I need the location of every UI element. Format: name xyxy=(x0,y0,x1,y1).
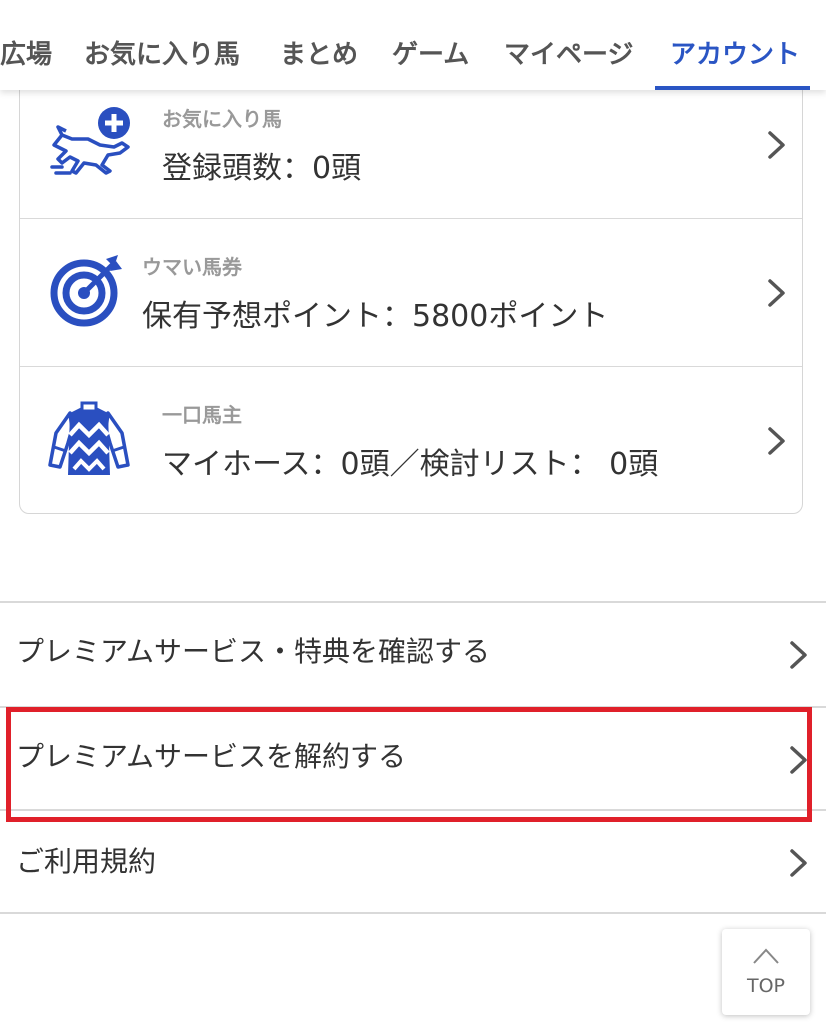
favorite-horses-row[interactable]: お気に入り馬 登録頭数：0頭 xyxy=(20,71,802,219)
top-tab-bar: 広場 お気に入り馬 まとめ ゲーム マイページ アカウント xyxy=(0,0,826,90)
target-icon xyxy=(50,255,122,327)
owners-club-caption: 一口馬主 xyxy=(162,403,242,427)
betting-points-row[interactable]: ウマい馬券 保有予想ポイント：5800ポイント xyxy=(20,219,802,367)
chevron-right-icon xyxy=(768,279,785,307)
chevron-right-icon xyxy=(768,131,785,159)
account-page: 広場 お気に入り馬 まとめ ゲーム マイページ アカウント お気に入り馬 登録頭… xyxy=(0,0,826,1031)
cancel-premium-label: プレミアムサービスを解約する xyxy=(16,740,407,773)
chevron-up-icon xyxy=(753,948,779,964)
tab-game[interactable]: ゲーム xyxy=(392,38,469,72)
premium-benefits-label: プレミアムサービス・特典を確認する xyxy=(16,635,491,668)
horse-add-icon xyxy=(50,107,130,175)
jockey-silks-icon xyxy=(48,401,130,475)
cancel-premium-item[interactable]: プレミアムサービスを解約する xyxy=(0,707,826,811)
favorite-horses-value: 登録頭数：0頭 xyxy=(162,151,362,186)
favorite-horses-caption: お気に入り馬 xyxy=(162,107,282,131)
betting-points-value: 保有予想ポイント：5800ポイント xyxy=(142,299,609,334)
tab-summary[interactable]: まとめ xyxy=(280,38,358,72)
back-to-top-button[interactable]: TOP xyxy=(722,929,810,1015)
premium-benefits-item[interactable]: プレミアムサービス・特典を確認する xyxy=(0,602,826,706)
chevron-right-icon xyxy=(790,746,807,774)
chevron-right-icon xyxy=(768,427,785,455)
chevron-right-icon xyxy=(790,849,807,877)
betting-caption: ウマい馬券 xyxy=(142,255,242,279)
terms-of-use-item[interactable]: ご利用規約 xyxy=(0,810,826,914)
terms-of-use-label: ご利用規約 xyxy=(16,845,157,878)
chevron-right-icon xyxy=(790,641,807,669)
back-to-top-label: TOP xyxy=(746,975,786,997)
tab-my-page[interactable]: マイページ xyxy=(504,38,633,72)
owners-club-row[interactable]: 一口馬主 マイホース：0頭／検討リスト： 0頭 xyxy=(20,367,802,515)
tab-plaza[interactable]: 広場 xyxy=(0,38,52,72)
owners-club-value: マイホース：0頭／検討リスト： 0頭 xyxy=(162,447,659,482)
tab-favorite-horses[interactable]: お気に入り馬 xyxy=(84,38,240,72)
account-summary-card: お気に入り馬 登録頭数：0頭 ウマい馬券 保有予想ポイント：5800ポイント 一… xyxy=(19,70,803,514)
tab-account[interactable]: アカウント xyxy=(670,38,800,72)
menu-divider xyxy=(0,912,826,914)
active-tab-indicator xyxy=(655,86,810,90)
